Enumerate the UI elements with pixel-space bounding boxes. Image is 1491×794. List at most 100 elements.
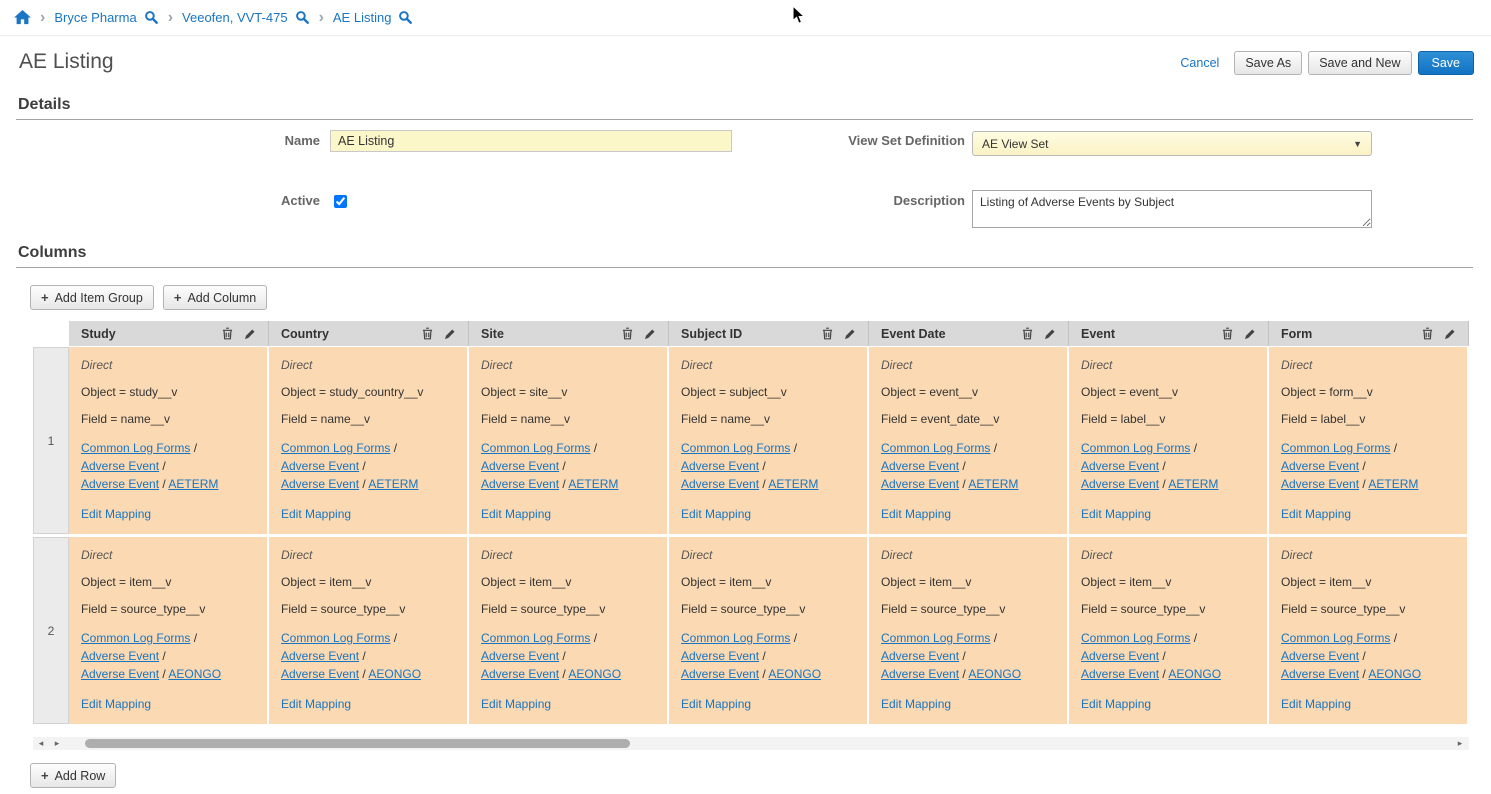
mapping-path-link[interactable]: Common Log Forms (881, 631, 990, 645)
add-column-button[interactable]: +Add Column (163, 285, 267, 310)
mapping-path-link[interactable]: Adverse Event (1081, 477, 1159, 491)
add-row-button[interactable]: +Add Row (30, 763, 116, 788)
search-icon[interactable] (295, 10, 310, 25)
edit-column-icon[interactable] (644, 328, 656, 340)
mapping-path-link[interactable]: Adverse Event (481, 459, 559, 473)
scroll-right-icon[interactable]: ▸ (49, 737, 65, 750)
mapping-path-link[interactable]: Adverse Event (81, 477, 159, 491)
edit-column-icon[interactable] (444, 328, 456, 340)
breadcrumb-link-study[interactable]: Bryce Pharma (54, 10, 136, 25)
breadcrumb-link-current[interactable]: AE Listing (333, 10, 392, 25)
mapping-path-link[interactable]: Adverse Event (881, 667, 959, 681)
mapping-path-link[interactable]: Common Log Forms (1281, 631, 1390, 645)
mapping-path-link[interactable]: Common Log Forms (681, 441, 790, 455)
mapping-path-link[interactable]: Adverse Event (481, 477, 559, 491)
edit-mapping-link[interactable]: Edit Mapping (281, 507, 351, 521)
mapping-path-link[interactable]: Adverse Event (1081, 459, 1159, 473)
delete-column-icon[interactable] (1422, 327, 1433, 340)
edit-mapping-link[interactable]: Edit Mapping (81, 507, 151, 521)
mapping-path-link[interactable]: AEONGO (768, 667, 821, 681)
edit-column-icon[interactable] (1444, 328, 1456, 340)
mapping-path-link[interactable]: Common Log Forms (681, 631, 790, 645)
mapping-path-link[interactable]: Adverse Event (681, 667, 759, 681)
mapping-path-link[interactable]: AETERM (768, 477, 818, 491)
mapping-path-link[interactable]: Common Log Forms (281, 631, 390, 645)
mapping-path-link[interactable]: Adverse Event (1281, 459, 1359, 473)
mapping-path-link[interactable]: Adverse Event (481, 667, 559, 681)
mapping-path-link[interactable]: AEONGO (168, 667, 221, 681)
mapping-path-link[interactable]: Adverse Event (1281, 649, 1359, 663)
mapping-path-link[interactable]: Common Log Forms (81, 631, 190, 645)
scroll-right-icon[interactable]: ▸ (1452, 737, 1468, 750)
delete-column-icon[interactable] (222, 327, 233, 340)
edit-column-icon[interactable] (244, 328, 256, 340)
horizontal-scrollbar[interactable]: ◂ ▸ ▸ (33, 737, 1469, 750)
edit-mapping-link[interactable]: Edit Mapping (1281, 697, 1351, 711)
view-set-definition-select[interactable]: AE View Set ▼ (972, 131, 1372, 156)
mapping-path-link[interactable]: Adverse Event (681, 649, 759, 663)
mapping-path-link[interactable]: Common Log Forms (81, 441, 190, 455)
edit-mapping-link[interactable]: Edit Mapping (881, 507, 951, 521)
edit-column-icon[interactable] (1044, 328, 1056, 340)
edit-mapping-link[interactable]: Edit Mapping (1081, 697, 1151, 711)
mapping-path-link[interactable]: Adverse Event (81, 667, 159, 681)
delete-column-icon[interactable] (822, 327, 833, 340)
mapping-path-link[interactable]: Adverse Event (281, 477, 359, 491)
home-icon[interactable] (14, 10, 31, 25)
mapping-path-link[interactable]: Common Log Forms (1081, 441, 1190, 455)
edit-mapping-link[interactable]: Edit Mapping (81, 697, 151, 711)
edit-mapping-link[interactable]: Edit Mapping (1281, 507, 1351, 521)
cancel-button[interactable]: Cancel (1180, 56, 1219, 70)
mapping-path-link[interactable]: Adverse Event (1081, 649, 1159, 663)
mapping-path-link[interactable]: AEONGO (968, 667, 1021, 681)
delete-column-icon[interactable] (422, 327, 433, 340)
mapping-path-link[interactable]: Adverse Event (1281, 477, 1359, 491)
mapping-path-link[interactable]: Adverse Event (81, 649, 159, 663)
mapping-path-link[interactable]: Adverse Event (1081, 667, 1159, 681)
delete-column-icon[interactable] (1222, 327, 1233, 340)
save-and-new-button[interactable]: Save and New (1308, 51, 1411, 75)
edit-mapping-link[interactable]: Edit Mapping (481, 697, 551, 711)
mapping-path-link[interactable]: Common Log Forms (481, 441, 590, 455)
mapping-path-link[interactable]: Adverse Event (681, 477, 759, 491)
name-input[interactable] (330, 130, 732, 152)
mapping-path-link[interactable]: Common Log Forms (481, 631, 590, 645)
mapping-path-link[interactable]: AEONGO (1368, 667, 1421, 681)
edit-mapping-link[interactable]: Edit Mapping (681, 507, 751, 521)
edit-mapping-link[interactable]: Edit Mapping (881, 697, 951, 711)
mapping-path-link[interactable]: AETERM (1368, 477, 1418, 491)
mapping-path-link[interactable]: AETERM (968, 477, 1018, 491)
mapping-path-link[interactable]: Adverse Event (281, 649, 359, 663)
mapping-path-link[interactable]: Adverse Event (881, 477, 959, 491)
mapping-path-link[interactable]: Adverse Event (81, 459, 159, 473)
mapping-path-link[interactable]: AEONGO (368, 667, 421, 681)
mapping-path-link[interactable]: AEONGO (1168, 667, 1221, 681)
mapping-path-link[interactable]: Adverse Event (481, 649, 559, 663)
mapping-path-link[interactable]: AEONGO (568, 667, 621, 681)
search-icon[interactable] (144, 10, 159, 25)
active-checkbox[interactable] (334, 195, 347, 208)
delete-column-icon[interactable] (622, 327, 633, 340)
description-textarea[interactable]: Listing of Adverse Events by Subject (972, 190, 1372, 228)
mapping-path-link[interactable]: Adverse Event (681, 459, 759, 473)
mapping-path-link[interactable]: AETERM (1168, 477, 1218, 491)
delete-column-icon[interactable] (1022, 327, 1033, 340)
add-item-group-button[interactable]: +Add Item Group (30, 285, 154, 310)
mapping-path-link[interactable]: Adverse Event (881, 649, 959, 663)
search-icon[interactable] (398, 10, 413, 25)
edit-column-icon[interactable] (1244, 328, 1256, 340)
scrollbar-thumb[interactable] (85, 739, 630, 748)
mapping-path-link[interactable]: Common Log Forms (1081, 631, 1190, 645)
mapping-path-link[interactable]: AETERM (168, 477, 218, 491)
row-number[interactable]: 1 (33, 347, 69, 534)
mapping-path-link[interactable]: AETERM (368, 477, 418, 491)
mapping-path-link[interactable]: Common Log Forms (1281, 441, 1390, 455)
mapping-path-link[interactable]: Adverse Event (1281, 667, 1359, 681)
edit-column-icon[interactable] (844, 328, 856, 340)
edit-mapping-link[interactable]: Edit Mapping (481, 507, 551, 521)
mapping-path-link[interactable]: Adverse Event (881, 459, 959, 473)
mapping-path-link[interactable]: Adverse Event (281, 459, 359, 473)
save-as-button[interactable]: Save As (1234, 51, 1302, 75)
mapping-path-link[interactable]: AETERM (568, 477, 618, 491)
edit-mapping-link[interactable]: Edit Mapping (281, 697, 351, 711)
